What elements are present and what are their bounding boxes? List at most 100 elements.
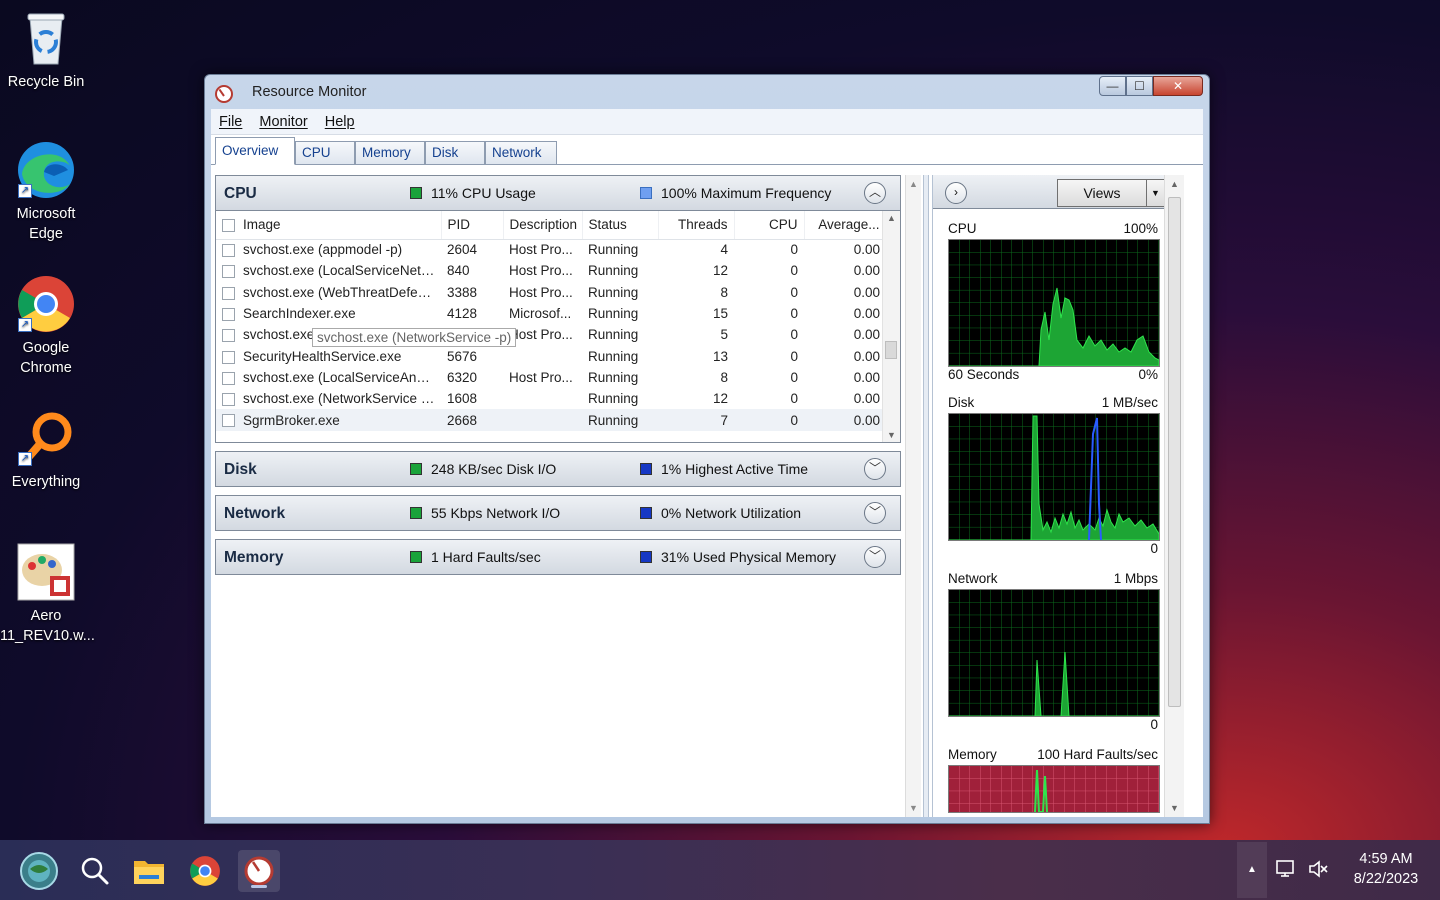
column-header-threads[interactable]: Threads: [658, 211, 735, 240]
row-checkbox[interactable]: [222, 244, 235, 258]
row-checkbox[interactable]: [222, 350, 235, 364]
taskbar-resource-monitor[interactable]: [238, 850, 280, 892]
collapse-chevron-up-icon[interactable]: ︿: [864, 182, 886, 204]
menu-file[interactable]: File: [219, 114, 242, 130]
shortcut-arrow-icon: ↗: [18, 318, 32, 332]
desktop-icon-label: Microsoft Edge: [16, 206, 76, 242]
clock-date: 8/22/2023: [1353, 871, 1419, 887]
table-row[interactable]: svchost.exe (WebThreatDefens... 3388 Host …: [216, 282, 886, 303]
cpu-table-scrollbar[interactable]: ▲ ▼: [882, 211, 900, 442]
sections-scrollbar[interactable]: ▲ ▼: [905, 175, 921, 817]
scroll-down-icon[interactable]: ▼: [1170, 803, 1179, 813]
row-checkbox[interactable]: [222, 286, 235, 300]
taskbar-clock[interactable]: 4:59 AM 8/22/2023: [1340, 849, 1432, 889]
memory-section-header[interactable]: Memory 1 Hard Faults/sec 31% Used Physic…: [216, 540, 900, 574]
section-title: Disk: [224, 461, 257, 478]
expand-chevron-down-icon[interactable]: ﹀: [864, 546, 886, 568]
menu-help[interactable]: Help: [325, 114, 355, 130]
volume-muted-icon[interactable]: [1306, 858, 1330, 882]
row-checkbox[interactable]: [222, 265, 235, 279]
table-row[interactable]: svchost.exe (NetworkService -p) 1608 Runni…: [216, 388, 886, 409]
max-frequency-text: 100% Maximum Frequency: [661, 185, 832, 201]
column-header-description[interactable]: Description: [503, 211, 583, 240]
scrollbar-thumb[interactable]: [1168, 197, 1181, 707]
window-title: Resource Monitor: [252, 84, 367, 100]
folder-icon: [134, 861, 164, 884]
tab-network[interactable]: Network: [485, 141, 557, 165]
tab-cpu[interactable]: CPU: [295, 141, 355, 165]
column-header-image[interactable]: Image: [216, 211, 442, 240]
taskbar-file-explorer[interactable]: [128, 850, 170, 892]
network-utilization-text: 0% Network Utilization: [661, 505, 802, 521]
dropdown-arrow-icon: ▼: [1146, 180, 1164, 206]
desktop-icon-everything[interactable]: ↗ Everything: [0, 408, 92, 492]
desktop-icon-edge[interactable]: ↗ Microsoft Edge: [0, 140, 92, 244]
expand-chevron-down-icon[interactable]: ﹀: [864, 458, 886, 480]
scroll-up-icon[interactable]: ▲: [1170, 179, 1179, 189]
row-checkbox[interactable]: [222, 414, 235, 428]
graph-time-span: 60 Seconds: [948, 367, 1020, 382]
scroll-up-icon[interactable]: ▲: [887, 213, 896, 223]
tab-memory[interactable]: Memory: [355, 141, 425, 165]
graph-max: 1 Mbps: [1113, 571, 1158, 586]
resource-monitor-icon: [244, 856, 274, 886]
resource-monitor-icon: [215, 85, 233, 103]
table-row[interactable]: svchost.exe (LocalServiceAndN... 6320 Host…: [216, 367, 886, 388]
desktop-icon-chrome[interactable]: ↗ Google Chrome: [0, 274, 92, 378]
table-row[interactable]: SearchIndexer.exe 4128 Microsof... Running 1…: [216, 303, 886, 324]
graphs-scrollbar[interactable]: ▲ ▼: [1164, 175, 1184, 817]
menu-monitor[interactable]: Monitor: [259, 114, 307, 130]
minimize-button[interactable]: —: [1099, 76, 1126, 96]
row-checkbox[interactable]: [222, 329, 235, 343]
views-label: Views: [1083, 185, 1121, 201]
column-header-status[interactable]: Status: [582, 211, 659, 240]
column-header-cpu[interactable]: CPU: [734, 211, 805, 240]
select-all-checkbox[interactable]: [222, 219, 235, 233]
row-checkbox[interactable]: [222, 393, 235, 407]
search-icon: [81, 857, 109, 885]
table-row[interactable]: svchost.exe (appmodel -p) 2604 Host Pro...…: [216, 239, 886, 260]
table-row[interactable]: svchost.exe (LocalServiceNetwo... 840 Host…: [216, 260, 886, 281]
disk-io-text: 248 KB/sec Disk I/O: [431, 461, 557, 477]
clock-time: 4:59 AM: [1359, 851, 1413, 867]
expand-chevron-down-icon[interactable]: ﹀: [864, 502, 886, 524]
network-utilization-swatch: [640, 507, 652, 519]
network-section-header[interactable]: Network 55 Kbps Network I/O 0% Network U…: [216, 496, 900, 530]
table-row[interactable]: SecurityHealthService.exe 5676 Running 13 0 0…: [216, 345, 886, 366]
tab-disk[interactable]: Disk: [425, 141, 485, 165]
active-time-swatch: [640, 463, 652, 475]
desktop-icon-recycle-bin[interactable]: Recycle Bin: [0, 8, 92, 92]
network-monitor-icon[interactable]: [1274, 858, 1298, 882]
graph-min: 0%: [1138, 367, 1158, 382]
pane-splitter[interactable]: [923, 175, 929, 817]
table-row[interactable]: SgrmBroker.exe 2668 Running 7 0 0.00: [216, 409, 886, 431]
scroll-up-icon[interactable]: ▲: [909, 179, 918, 189]
column-header-pid[interactable]: PID: [441, 211, 504, 240]
scroll-down-icon[interactable]: ▼: [909, 803, 918, 813]
desktop-icon-label: Recycle Bin: [7, 74, 85, 90]
taskbar-search[interactable]: [74, 850, 116, 892]
collapse-pane-chevron-right-icon[interactable]: ›: [945, 182, 967, 204]
views-dropdown-button[interactable]: Views ▼: [1057, 179, 1165, 207]
cpu-process-table: Image PID Description Status Threads CPU…: [216, 211, 887, 431]
title-bar[interactable]: Resource Monitor — ☐ ✕: [205, 75, 1209, 109]
row-checkbox[interactable]: [222, 307, 235, 321]
taskbar-chrome[interactable]: [184, 850, 226, 892]
disk-section-header[interactable]: Disk 248 KB/sec Disk I/O 1% Highest Acti…: [216, 452, 900, 486]
tab-overview[interactable]: Overview: [215, 137, 295, 165]
disk-section: Disk 248 KB/sec Disk I/O 1% Highest Acti…: [215, 451, 901, 487]
desktop-icon-aero[interactable]: Aero 11_REV10.w...: [0, 542, 95, 646]
show-hidden-icons-chevron-up-icon[interactable]: ▲: [1237, 842, 1267, 898]
close-button[interactable]: ✕: [1153, 76, 1203, 96]
disk-graph-block: Disk 1 MB/sec 0: [948, 395, 1170, 561]
scrollbar-thumb[interactable]: [885, 341, 897, 359]
column-header-average[interactable]: Average...: [804, 211, 887, 240]
cpu-usage-graph: [948, 239, 1160, 367]
maximize-button[interactable]: ☐: [1126, 76, 1153, 96]
start-button[interactable]: [18, 850, 60, 892]
row-checkbox[interactable]: [222, 371, 235, 385]
menu-bar: File Monitor Help: [211, 109, 1203, 135]
chrome-icon: [190, 856, 220, 886]
scroll-down-icon[interactable]: ▼: [887, 430, 896, 440]
cpu-section-header[interactable]: CPU 11% CPU Usage 100% Maximum Frequency…: [216, 176, 900, 210]
